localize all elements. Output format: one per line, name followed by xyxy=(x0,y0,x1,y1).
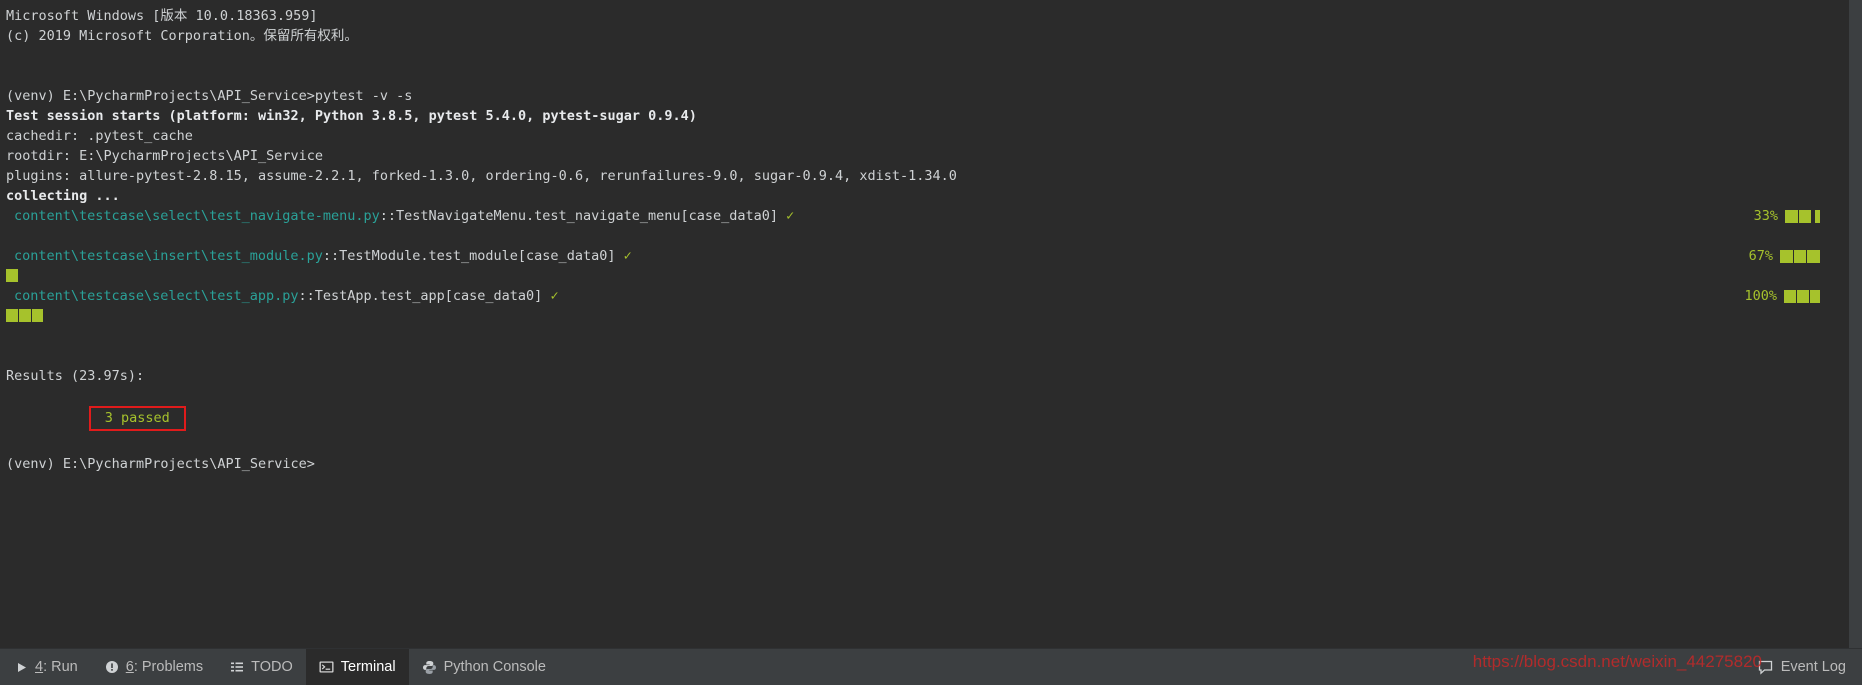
progress-indicator: 67% xyxy=(1749,246,1820,266)
tab-run[interactable]: 4: Run xyxy=(0,649,91,685)
terminal-cachedir-line: cachedir: .pytest_cache xyxy=(6,128,193,144)
terminal-rootdir-line: rootdir: E:\PycharmProjects\API_Service xyxy=(6,148,323,164)
test-pass-check-glyph: ✓ xyxy=(623,248,632,264)
terminal-line: (c) 2019 Microsoft Corporation。保留所有权利。 xyxy=(6,28,358,44)
tab-python-console-label: Python Console xyxy=(443,659,546,675)
test-node-id: ::TestNavigateMenu.test_navigate_menu[ca… xyxy=(379,208,779,224)
progress-percent-label: 33% xyxy=(1753,208,1778,224)
tab-run-text: : Run xyxy=(43,659,78,675)
progress-bar xyxy=(1784,289,1820,303)
tab-problems-mnemonic: 6 xyxy=(125,659,134,675)
test-file-path: content\testcase\select\test_navigate-me… xyxy=(14,208,380,224)
tab-terminal-label: Terminal xyxy=(340,659,396,675)
progress-percent-label: 67% xyxy=(1748,248,1773,264)
test-pass-check-icon xyxy=(778,208,786,224)
tab-python-console[interactable]: Python Console xyxy=(409,649,559,685)
results-summary-label: Results (23.97s): xyxy=(6,368,145,384)
terminal-session-header: Test session starts (platform: win32, Py… xyxy=(6,108,697,124)
python-icon xyxy=(422,659,438,675)
play-icon xyxy=(13,659,29,675)
tab-problems-label: 6: Problems xyxy=(126,659,203,675)
terminal-plugins-line: plugins: allure-pytest-2.8.15, assume-2.… xyxy=(6,168,957,184)
progress-wrap-row xyxy=(6,306,1862,326)
test-pass-check-glyph: ✓ xyxy=(550,288,559,304)
progress-wrap-row xyxy=(6,266,1862,286)
warning-icon xyxy=(104,659,120,675)
progress-bar xyxy=(1785,209,1820,223)
progress-block xyxy=(32,309,43,322)
test-result-row: content\testcase\insert\test_module.py::… xyxy=(6,246,1862,266)
tab-terminal[interactable]: Terminal xyxy=(305,648,409,685)
progress-block xyxy=(6,269,18,282)
results-highlight-row: 3 passed xyxy=(6,386,1862,431)
progress-indicator: 33% xyxy=(1754,206,1820,226)
test-node-id: ::TestApp.test_app[case_data0] xyxy=(298,288,543,304)
test-file-path: content\testcase\insert\test_module.py xyxy=(14,248,323,264)
test-result-row: content\testcase\select\test_navigate-me… xyxy=(6,206,1862,226)
test-node-id: ::TestModule.test_module[case_data0] xyxy=(322,248,616,264)
test-pass-check-glyph: ✓ xyxy=(786,208,795,224)
progress-indicator: 100% xyxy=(1744,286,1820,306)
terminal-collecting-line: collecting ... xyxy=(6,188,120,204)
progress-block xyxy=(19,309,31,322)
test-result-row: content\testcase\select\test_app.py::Tes… xyxy=(6,286,1862,306)
tab-run-label: 4: Run xyxy=(35,659,78,675)
tab-run-mnemonic: 4 xyxy=(35,659,44,675)
terminal-output-panel[interactable]: Microsoft Windows [版本 10.0.18363.959] (c… xyxy=(0,0,1862,648)
terminal-scrollbar[interactable] xyxy=(1849,0,1862,648)
tab-problems[interactable]: 6: Problems xyxy=(91,649,216,685)
progress-bar xyxy=(1780,249,1820,263)
terminal-prompt-final: (venv) E:\PycharmProjects\API_Service> xyxy=(6,456,315,472)
pycharm-window: Microsoft Windows [版本 10.0.18363.959] (c… xyxy=(0,0,1862,685)
test-file-path: content\testcase\select\test_app.py xyxy=(14,288,299,304)
tab-problems-text: : Problems xyxy=(133,659,204,675)
terminal-line: Microsoft Windows [版本 10.0.18363.959] xyxy=(6,8,318,24)
terminal-icon xyxy=(319,659,335,675)
terminal-command-line: (venv) E:\PycharmProjects\API_Service>py… xyxy=(6,88,413,104)
event-log-label: Event Log xyxy=(1780,659,1846,675)
list-icon xyxy=(229,659,245,675)
progress-block xyxy=(6,309,18,322)
tab-todo-label: TODO xyxy=(251,659,293,675)
event-log-icon xyxy=(1758,659,1774,675)
event-log-button[interactable]: Event Log xyxy=(1748,649,1862,685)
progress-percent-label: 100% xyxy=(1744,288,1777,304)
tab-todo[interactable]: TODO xyxy=(216,649,306,685)
tool-window-bar: 4: Run 6: Problems TODO Terminal Python … xyxy=(0,648,1862,685)
